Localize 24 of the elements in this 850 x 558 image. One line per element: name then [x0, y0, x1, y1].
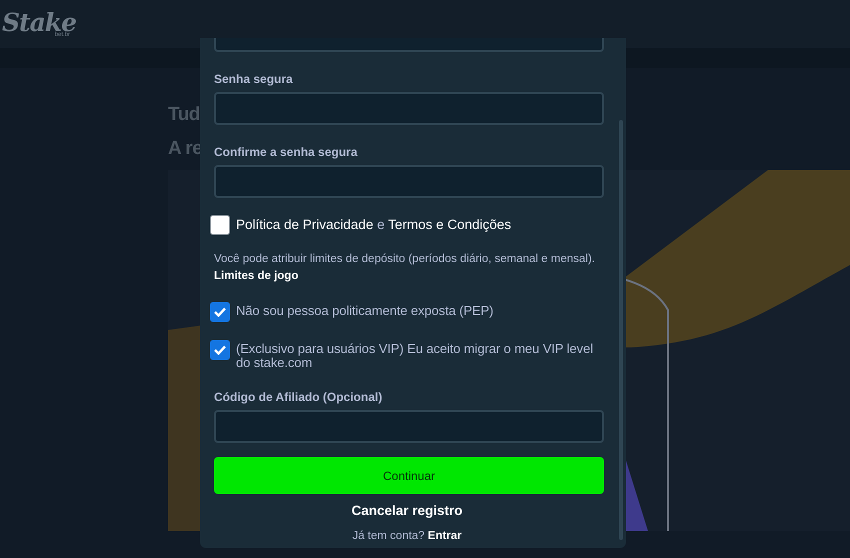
limits-link[interactable]: Limites de jogo [214, 270, 604, 282]
password-field[interactable] [214, 165, 604, 198]
checkbox[interactable] [210, 215, 230, 235]
terms-link[interactable]: Termos e Condições [388, 217, 512, 232]
checkbox[interactable] [210, 302, 230, 322]
promo-heading: Tud [168, 104, 200, 127]
input-field[interactable] [214, 38, 604, 52]
privacy-policy-link[interactable]: Política de Privacidade [236, 217, 374, 232]
checkbox[interactable] [210, 340, 230, 360]
field-label: Senha segura [214, 72, 294, 86]
checkbox-label: (Exclusivo para usuários VIP) Eu aceito migrar o meu VIP level do stake.com [236, 340, 594, 370]
terms-label: Política de Privacidade e Termos e Condições [236, 216, 512, 232]
checkmark-icon [214, 307, 226, 317]
cancel-registration-button[interactable]: Cancelar registro [351, 503, 463, 518]
login-prompt: Já tem conta? Entrar [352, 530, 462, 542]
affiliate-code-field[interactable] [214, 410, 604, 443]
field-label: Código de Afiliado (Opcional) [214, 390, 384, 404]
login-link[interactable]: Entrar [428, 530, 462, 542]
checkbox-label: Não sou pessoa politicamente exposta (PEP) [236, 302, 494, 318]
field-label: Confirme a senha segura [214, 145, 358, 159]
continue-button[interactable]: Continuar [214, 457, 604, 494]
checkmark-icon [214, 345, 226, 355]
password-field[interactable] [214, 92, 604, 125]
limits-note: Você pode atribuir limites de depósito (períodos diário, semanal e mensal). [214, 253, 596, 265]
